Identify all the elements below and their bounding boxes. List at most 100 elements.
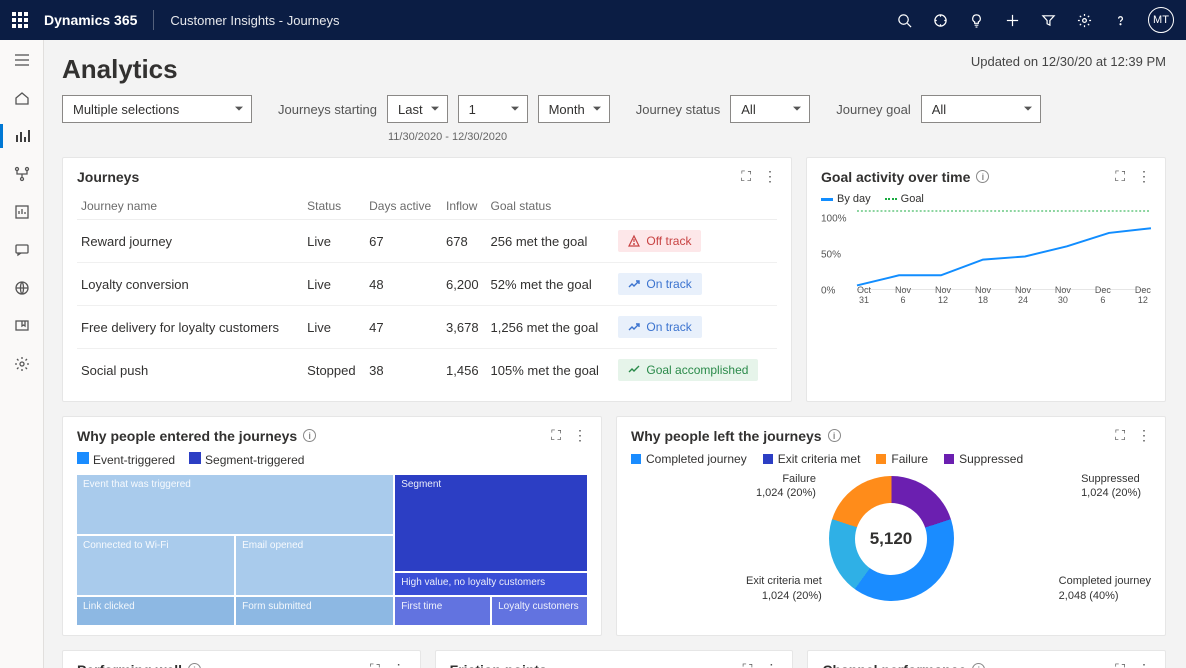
expand-icon[interactable]: ⛶ (1115, 661, 1125, 668)
donut-center-value: 5,120 (870, 529, 913, 549)
cell-name: Free delivery for loyalty customers (77, 306, 303, 349)
globe-icon[interactable] (12, 278, 32, 298)
treemap-cell: Form submitted (236, 597, 393, 616)
treemap-cell: First time (395, 597, 490, 616)
more-icon[interactable]: ⋮ (1137, 168, 1151, 185)
journeys-icon[interactable] (12, 164, 32, 184)
treemap-cell: Link clicked (77, 597, 234, 616)
goal-activity-title: Goal activity over time (821, 169, 970, 185)
cell-goal: 52% met the goal (487, 263, 615, 306)
cell-status: Live (303, 263, 365, 306)
cell-status: Live (303, 220, 365, 263)
legend-event: Event-triggered (93, 453, 175, 467)
expand-icon[interactable]: ⛶ (1115, 168, 1125, 185)
status-pill: Goal accomplished (618, 359, 758, 381)
x-tick: Nov30 (1055, 286, 1071, 306)
bookmark-icon[interactable] (12, 316, 32, 336)
last-dropdown[interactable]: Last (387, 95, 448, 123)
journey-goal-label: Journey goal (836, 102, 910, 117)
treemap-cell: Email opened (236, 536, 393, 555)
journey-status-dropdown[interactable]: All (730, 95, 810, 123)
journeys-table: Journey name Status Days active Inflow G… (77, 193, 777, 391)
app-launcher-icon[interactable] (12, 12, 28, 28)
last-updated-label: Updated on 12/30/20 at 12:39 PM (971, 54, 1166, 69)
filter-icon[interactable] (1040, 12, 1056, 28)
friction-points-title: Friction points (450, 662, 547, 668)
expand-icon[interactable]: ⛶ (1115, 427, 1125, 444)
more-icon[interactable]: ⋮ (573, 427, 587, 444)
table-row[interactable]: Reward journey Live 67 678 256 met the g… (77, 220, 777, 263)
cell-name: Loyalty conversion (77, 263, 303, 306)
treemap-cell: Loyalty customers (492, 597, 587, 616)
friction-points-card: Friction points ⛶ ⋮ (435, 650, 794, 668)
report-icon[interactable] (12, 202, 32, 222)
treemap-cell: Event that was triggered (77, 475, 393, 494)
gear-icon[interactable] (1076, 12, 1092, 28)
cell-inflow: 3,678 (442, 306, 487, 349)
more-icon[interactable]: ⋮ (392, 661, 406, 668)
x-tick: Nov18 (975, 286, 991, 306)
expand-icon[interactable]: ⛶ (370, 661, 380, 668)
info-icon[interactable]: i (188, 663, 201, 668)
expand-icon[interactable]: ⛶ (741, 168, 751, 185)
divider (153, 10, 154, 30)
more-icon[interactable]: ⋮ (763, 168, 777, 185)
cell-inflow: 1,456 (442, 349, 487, 392)
info-icon[interactable]: i (303, 429, 316, 442)
legend-swatch (944, 454, 954, 464)
goal-line-chart: 100% 50% 0% Oct31Nov6Nov12Nov18Nov24Nov3… (821, 211, 1151, 306)
analytics-icon[interactable] (12, 126, 32, 146)
x-tick: Dec6 (1095, 286, 1111, 306)
message-icon[interactable] (12, 240, 32, 260)
journey-goal-dropdown[interactable]: All (921, 95, 1041, 123)
legend-goal: Goal (901, 193, 924, 205)
breadcrumb[interactable]: Customer Insights - Journeys (170, 13, 339, 28)
legend-by-day: By day (837, 193, 871, 205)
cell-goal: 105% met the goal (487, 349, 615, 392)
settings-icon[interactable] (12, 354, 32, 374)
lightbulb-icon[interactable] (968, 12, 984, 28)
expand-icon[interactable]: ⛶ (551, 427, 561, 444)
legend-exit: Exit criteria met (778, 452, 861, 466)
more-icon[interactable]: ⋮ (1137, 661, 1151, 668)
table-row[interactable]: Free delivery for loyalty customers Live… (77, 306, 777, 349)
treemap-cell: High value, no loyalty customers (395, 573, 587, 592)
help-icon[interactable] (1112, 12, 1128, 28)
sidebar (0, 40, 44, 668)
entered-title: Why people entered the journeys (77, 428, 297, 444)
more-icon[interactable]: ⋮ (1137, 427, 1151, 444)
more-icon[interactable]: ⋮ (764, 661, 778, 668)
cell-days: 47 (365, 306, 442, 349)
journeys-starting-label: Journeys starting (278, 102, 377, 117)
selector-dropdown[interactable]: Multiple selections (62, 95, 252, 123)
info-icon[interactable]: i (976, 170, 989, 183)
treemap-cell: Connected to Wi-Fi (77, 536, 234, 555)
cell-name: Reward journey (77, 220, 303, 263)
legend-swatch (763, 454, 773, 464)
info-icon[interactable]: i (972, 663, 985, 668)
journeys-card: Journeys ⛶ ⋮ Journey name Status Days ac… (62, 157, 792, 402)
search-icon[interactable] (896, 12, 912, 28)
x-tick: Nov6 (895, 286, 911, 306)
menu-toggle-icon[interactable] (12, 50, 32, 70)
home-icon[interactable] (12, 88, 32, 108)
count-dropdown[interactable]: 1 (458, 95, 528, 123)
table-row[interactable]: Social push Stopped 38 1,456 105% met th… (77, 349, 777, 392)
filter-bar: Multiple selections Journeys starting La… (62, 95, 1166, 143)
x-tick: Nov24 (1015, 286, 1031, 306)
legend-suppressed: Suppressed (959, 452, 1023, 466)
avatar[interactable]: MT (1148, 7, 1174, 33)
treemap-chart: Event that was triggered Connected to Wi… (77, 475, 587, 625)
plus-icon[interactable] (1004, 12, 1020, 28)
legend-swatch (876, 454, 886, 464)
top-bar: Dynamics 365 Customer Insights - Journey… (0, 0, 1186, 40)
target-icon[interactable] (932, 12, 948, 28)
cell-status: Stopped (303, 349, 365, 392)
legend-swatch (885, 198, 897, 200)
expand-icon[interactable]: ⛶ (743, 661, 753, 668)
journey-status-label: Journey status (636, 102, 721, 117)
table-row[interactable]: Loyalty conversion Live 48 6,200 52% met… (77, 263, 777, 306)
info-icon[interactable]: i (828, 429, 841, 442)
cell-status: Live (303, 306, 365, 349)
unit-dropdown[interactable]: Month (538, 95, 610, 123)
